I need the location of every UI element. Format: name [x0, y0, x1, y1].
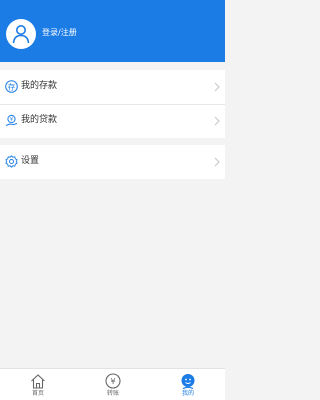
- menu-item-settings[interactable]: 设置: [0, 145, 225, 179]
- login-register-link[interactable]: 登录/注册: [42, 28, 77, 38]
- tab-label: 转账: [106, 390, 119, 397]
- user-icon: [12, 25, 30, 44]
- menu-item-label: 我的存款: [21, 81, 58, 91]
- svg-text:¥: ¥: [10, 117, 13, 123]
- chevron-right-icon: [214, 157, 220, 167]
- loan-icon: ¥: [5, 114, 18, 126]
- profile-header: 登录/注册: [0, 0, 225, 62]
- account-menu: 存 我的存款 ¥ 我的贷款: [0, 70, 225, 138]
- settings-menu: 设置: [0, 145, 225, 179]
- gear-icon: [5, 155, 18, 168]
- menu-item-label: 我的贷款: [21, 115, 58, 125]
- menu-item-label: 设置: [21, 156, 40, 166]
- avatar[interactable]: [6, 19, 36, 49]
- yen-icon: ¥: [105, 373, 121, 389]
- chevron-right-icon: [214, 82, 220, 92]
- tab-transfer[interactable]: ¥ 转账: [93, 371, 133, 400]
- tab-label: 我的: [181, 390, 194, 397]
- svg-text:¥: ¥: [110, 377, 115, 386]
- tab-home[interactable]: 首页: [18, 371, 58, 400]
- svg-text:存: 存: [8, 81, 16, 91]
- bottom-tab-bar: 首页 ¥ 转账 我的: [0, 368, 225, 400]
- chevron-right-icon: [214, 116, 220, 126]
- home-icon: [31, 374, 45, 389]
- tab-mine[interactable]: 我的: [168, 371, 208, 400]
- user-icon: [181, 374, 195, 389]
- deposit-icon: 存: [5, 80, 18, 93]
- tab-label: 首页: [31, 390, 44, 397]
- menu-item-deposits[interactable]: 存 我的存款: [0, 70, 225, 104]
- menu-item-loans[interactable]: ¥ 我的贷款: [0, 104, 225, 138]
